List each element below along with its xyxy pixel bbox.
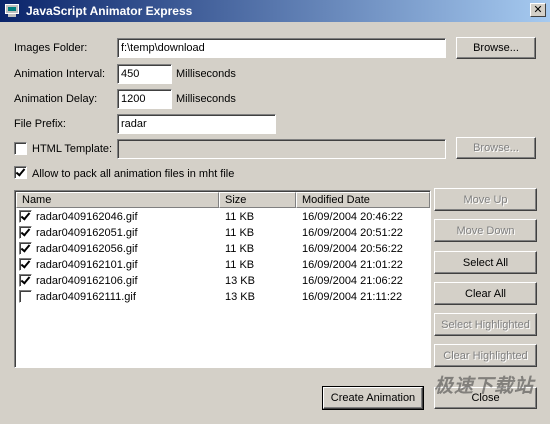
- html-template-field[interactable]: [117, 139, 446, 159]
- images-folder-field[interactable]: f:\temp\download: [117, 38, 446, 58]
- html-template-checkbox[interactable]: [14, 142, 27, 155]
- pack-mht-label: Allow to pack all animation files in mht…: [32, 168, 235, 180]
- file-name: radar0409162106.gif: [36, 275, 138, 287]
- column-modified-header[interactable]: Modified Date: [296, 192, 430, 208]
- file-size: 11 KB: [225, 243, 255, 255]
- close-window-button[interactable]: ✕: [530, 3, 546, 17]
- file-size: 11 KB: [225, 211, 255, 223]
- create-animation-button[interactable]: Create Animation: [322, 386, 424, 410]
- move-down-button[interactable]: Move Down: [434, 219, 537, 242]
- file-size: 11 KB: [225, 259, 255, 271]
- file-modified: 16/09/2004 21:06:22: [302, 275, 403, 287]
- file-row-checkbox[interactable]: [19, 290, 32, 303]
- file-name: radar0409162051.gif: [36, 227, 138, 239]
- file-row-checkbox[interactable]: [19, 210, 32, 223]
- select-highlighted-button[interactable]: Select Highlighted: [434, 313, 537, 336]
- pack-mht-checkbox[interactable]: [14, 166, 27, 179]
- file-modified: 16/09/2004 20:46:22: [302, 211, 403, 223]
- file-prefix-field[interactable]: radar: [117, 114, 276, 134]
- file-prefix-label: File Prefix:: [14, 118, 66, 130]
- file-row-checkbox[interactable]: [19, 242, 32, 255]
- window-title: JavaScript Animator Express: [26, 4, 193, 18]
- file-name: radar0409162056.gif: [36, 243, 138, 255]
- html-template-label: HTML Template:: [32, 143, 113, 155]
- animation-delay-unit: Milliseconds: [176, 93, 236, 105]
- file-row[interactable]: radar0409162111.gif 13 KB 16/09/2004 21:…: [16, 289, 430, 305]
- clear-highlighted-button[interactable]: Clear Highlighted: [434, 344, 537, 367]
- file-row-checkbox[interactable]: [19, 258, 32, 271]
- file-name: radar0409162046.gif: [36, 211, 138, 223]
- animation-delay-label: Animation Delay:: [14, 93, 98, 105]
- column-name-header[interactable]: Name: [16, 192, 219, 208]
- file-size: 11 KB: [225, 227, 255, 239]
- clear-all-button[interactable]: Clear All: [434, 282, 537, 305]
- animation-delay-field[interactable]: 1200: [117, 89, 172, 109]
- file-modified: 16/09/2004 20:56:22: [302, 243, 403, 255]
- file-row[interactable]: radar0409162056.gif 11 KB 16/09/2004 20:…: [16, 241, 430, 257]
- watermark-logo: 极速下载站: [434, 375, 535, 397]
- title-bar: JavaScript Animator Express ✕: [0, 0, 550, 22]
- animation-interval-unit: Milliseconds: [176, 68, 236, 80]
- column-size-header[interactable]: Size: [219, 192, 296, 208]
- file-row[interactable]: radar0409162046.gif 11 KB 16/09/2004 20:…: [16, 209, 430, 225]
- move-up-button[interactable]: Move Up: [434, 188, 537, 211]
- file-modified: 16/09/2004 20:51:22: [302, 227, 403, 239]
- images-folder-label: Images Folder:: [14, 42, 88, 54]
- select-all-button[interactable]: Select All: [434, 251, 537, 274]
- file-list-header: Name Size Modified Date: [16, 192, 430, 208]
- file-row[interactable]: radar0409162051.gif 11 KB 16/09/2004 20:…: [16, 225, 430, 241]
- animation-interval-field[interactable]: 450: [117, 64, 172, 84]
- file-row[interactable]: radar0409162106.gif 13 KB 16/09/2004 21:…: [16, 273, 430, 289]
- file-name: radar0409162101.gif: [36, 259, 138, 271]
- file-row-checkbox[interactable]: [19, 274, 32, 287]
- file-list[interactable]: Name Size Modified Date radar0409162046.…: [14, 190, 431, 368]
- file-modified: 16/09/2004 21:11:22: [302, 291, 403, 303]
- file-row[interactable]: radar0409162101.gif 11 KB 16/09/2004 21:…: [16, 257, 430, 273]
- file-modified: 16/09/2004 21:01:22: [302, 259, 403, 271]
- images-folder-browse-button[interactable]: Browse...: [456, 37, 536, 59]
- app-icon: [4, 4, 20, 18]
- file-size: 13 KB: [225, 275, 255, 287]
- file-name: radar0409162111.gif: [36, 291, 136, 303]
- html-template-browse-button[interactable]: Browse...: [456, 137, 536, 159]
- file-row-checkbox[interactable]: [19, 226, 32, 239]
- animation-interval-label: Animation Interval:: [14, 68, 106, 80]
- file-size: 13 KB: [225, 291, 255, 303]
